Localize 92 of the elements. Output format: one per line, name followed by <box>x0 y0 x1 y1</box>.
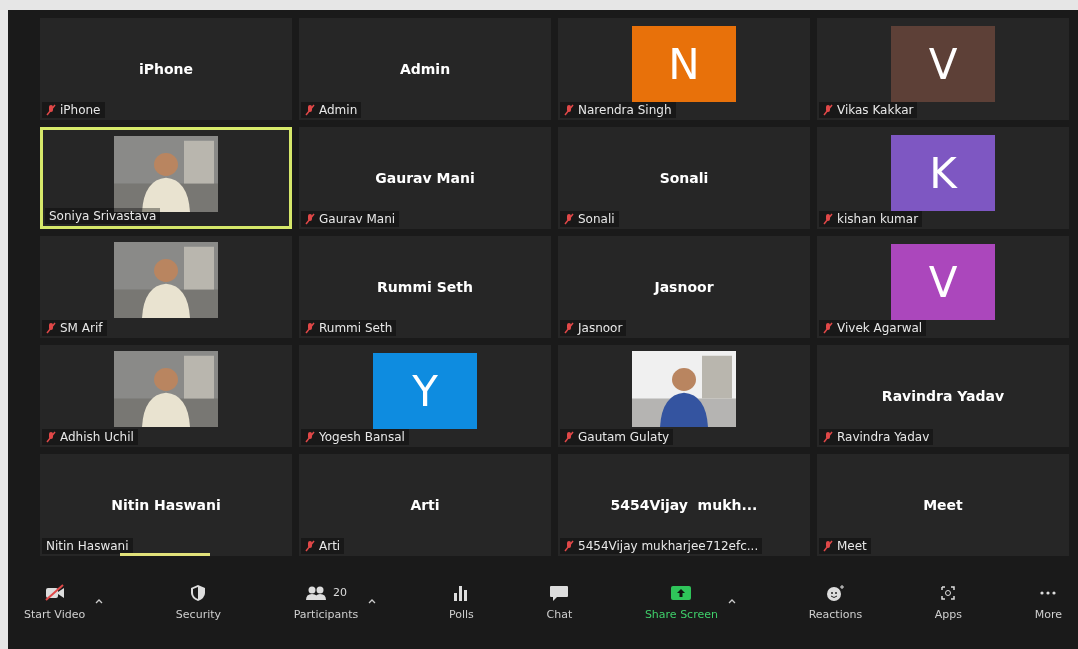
participant-name: Admin <box>399 61 451 77</box>
participant-label: kishan kumar <box>837 212 919 226</box>
toolbar-button[interactable]: More <box>1028 580 1068 621</box>
video-tile[interactable]: V Vivek Agarwal <box>817 236 1069 338</box>
toolbar-button[interactable]: Apps <box>928 580 969 621</box>
avatar: K <box>891 135 995 211</box>
muted-mic-icon <box>46 322 56 334</box>
caret-icon[interactable] <box>368 597 377 604</box>
video-tile[interactable]: Gaurav Mani Gaurav Mani <box>299 127 551 229</box>
toolbar-button[interactable]: Chat <box>540 580 579 621</box>
participant-label: Gautam Gulaty <box>578 430 670 444</box>
participant-label: 5454Vijay mukharjee712efc... <box>578 539 759 553</box>
participant-label: Yogesh Bansal <box>319 430 405 444</box>
muted-mic-icon <box>823 104 833 116</box>
chat-icon <box>548 583 571 602</box>
caret-icon[interactable] <box>95 597 104 604</box>
muted-mic-icon <box>823 322 833 334</box>
muted-mic-icon <box>305 540 315 552</box>
video-tile[interactable]: Admin Admin <box>299 18 551 120</box>
participant-name: iPhone <box>138 61 194 77</box>
participant-name: Sonali <box>659 170 709 186</box>
participant-name: 5454Vijay mukh... <box>610 497 758 513</box>
muted-mic-icon <box>305 104 315 116</box>
video-tile[interactable]: Sonali Sonali <box>558 127 810 229</box>
muted-mic-icon <box>564 540 574 552</box>
video-tile[interactable]: Rummi Seth Rummi Seth <box>299 236 551 338</box>
avatar: N <box>632 26 736 102</box>
muted-mic-icon <box>823 431 833 443</box>
muted-mic-icon <box>823 213 833 225</box>
video-tile[interactable]: K kishan kumar <box>817 127 1069 229</box>
toolbar-button[interactable]: Polls <box>443 580 480 621</box>
toolbar-button[interactable]: Reactions <box>802 580 869 621</box>
participant-label: Arti <box>319 539 341 553</box>
participant-label: Ravindra Yadav <box>837 430 930 444</box>
video-tile[interactable]: SM Arif <box>40 236 292 338</box>
caret-icon[interactable] <box>727 597 736 604</box>
muted-mic-icon <box>564 322 574 334</box>
participant-label: Jasnoor <box>578 321 623 335</box>
toolbar-button[interactable]: Start Video <box>18 580 110 621</box>
participant-label: Meet <box>837 539 867 553</box>
video-tile[interactable]: N Narendra Singh <box>558 18 810 120</box>
participant-label: Vivek Agarwal <box>837 321 923 335</box>
avatar: V <box>891 244 995 320</box>
video-tile[interactable]: Arti Arti <box>299 454 551 556</box>
video-tile[interactable]: Adhish Uchil <box>40 345 292 447</box>
muted-mic-icon <box>823 540 833 552</box>
participant-label: Soniya Srivastava <box>49 209 157 223</box>
participant-label: Nitin Haswani <box>46 539 129 553</box>
participant-label: Narendra Singh <box>578 103 672 117</box>
video-tile[interactable]: Soniya Srivastava <box>40 127 292 229</box>
muted-mic-icon <box>305 431 315 443</box>
avatar: Y <box>373 353 477 429</box>
video-tile[interactable]: Ravindra Yadav Ravindra Yadav <box>817 345 1069 447</box>
participant-name: Nitin Haswani <box>111 497 221 513</box>
video-tile[interactable]: 5454Vijay mukh... 5454Vijay mukharjee712efc... <box>558 454 810 556</box>
participant-name: Meet <box>923 497 963 513</box>
muted-mic-icon <box>46 104 56 116</box>
video-tile[interactable]: Meet Meet <box>817 454 1069 556</box>
participant-label: Adhish Uchil <box>60 430 134 444</box>
toolbar-button[interactable]: Security <box>169 580 228 621</box>
muted-mic-icon <box>46 431 56 443</box>
participant-name: Ravindra Yadav <box>881 388 1005 404</box>
participant-label: SM Arif <box>60 321 103 335</box>
toolbar-button[interactable]: 20 Participants <box>287 580 383 621</box>
share-screen-icon <box>670 583 693 602</box>
participant-label: Sonali <box>578 212 615 226</box>
muted-mic-icon <box>564 213 574 225</box>
participant-label: Gaurav Mani <box>319 212 396 226</box>
participant-name: Jasnoor <box>654 279 714 295</box>
smiley-icon <box>824 583 847 602</box>
participant-label: Vikas Kakkar <box>837 103 914 117</box>
video-tile[interactable]: Jasnoor Jasnoor <box>558 236 810 338</box>
participant-label: iPhone <box>60 103 101 117</box>
avatar: V <box>891 26 995 102</box>
video-off-icon <box>43 583 66 602</box>
participant-label: Rummi Seth <box>319 321 393 335</box>
muted-mic-icon <box>305 322 315 334</box>
video-tile[interactable]: Gautam Gulaty <box>558 345 810 447</box>
muted-mic-icon <box>564 104 574 116</box>
more-icon <box>1040 590 1057 595</box>
participant-name: Rummi Seth <box>377 279 473 295</box>
video-tile[interactable]: Nitin Haswani Nitin Haswani <box>40 454 292 556</box>
participant-name: Gaurav Mani <box>375 170 475 186</box>
toolbar-button[interactable]: Share Screen <box>638 580 742 621</box>
muted-mic-icon <box>564 431 574 443</box>
participant-name: Arti <box>410 497 440 513</box>
muted-mic-icon <box>305 213 315 225</box>
video-tile[interactable]: iPhone iPhone <box>40 18 292 120</box>
participant-count: 20 <box>333 586 347 599</box>
participant-label: Admin <box>319 103 358 117</box>
video-tile[interactable]: V Vikas Kakkar <box>817 18 1069 120</box>
video-tile[interactable]: Y Yogesh Bansal <box>299 345 551 447</box>
